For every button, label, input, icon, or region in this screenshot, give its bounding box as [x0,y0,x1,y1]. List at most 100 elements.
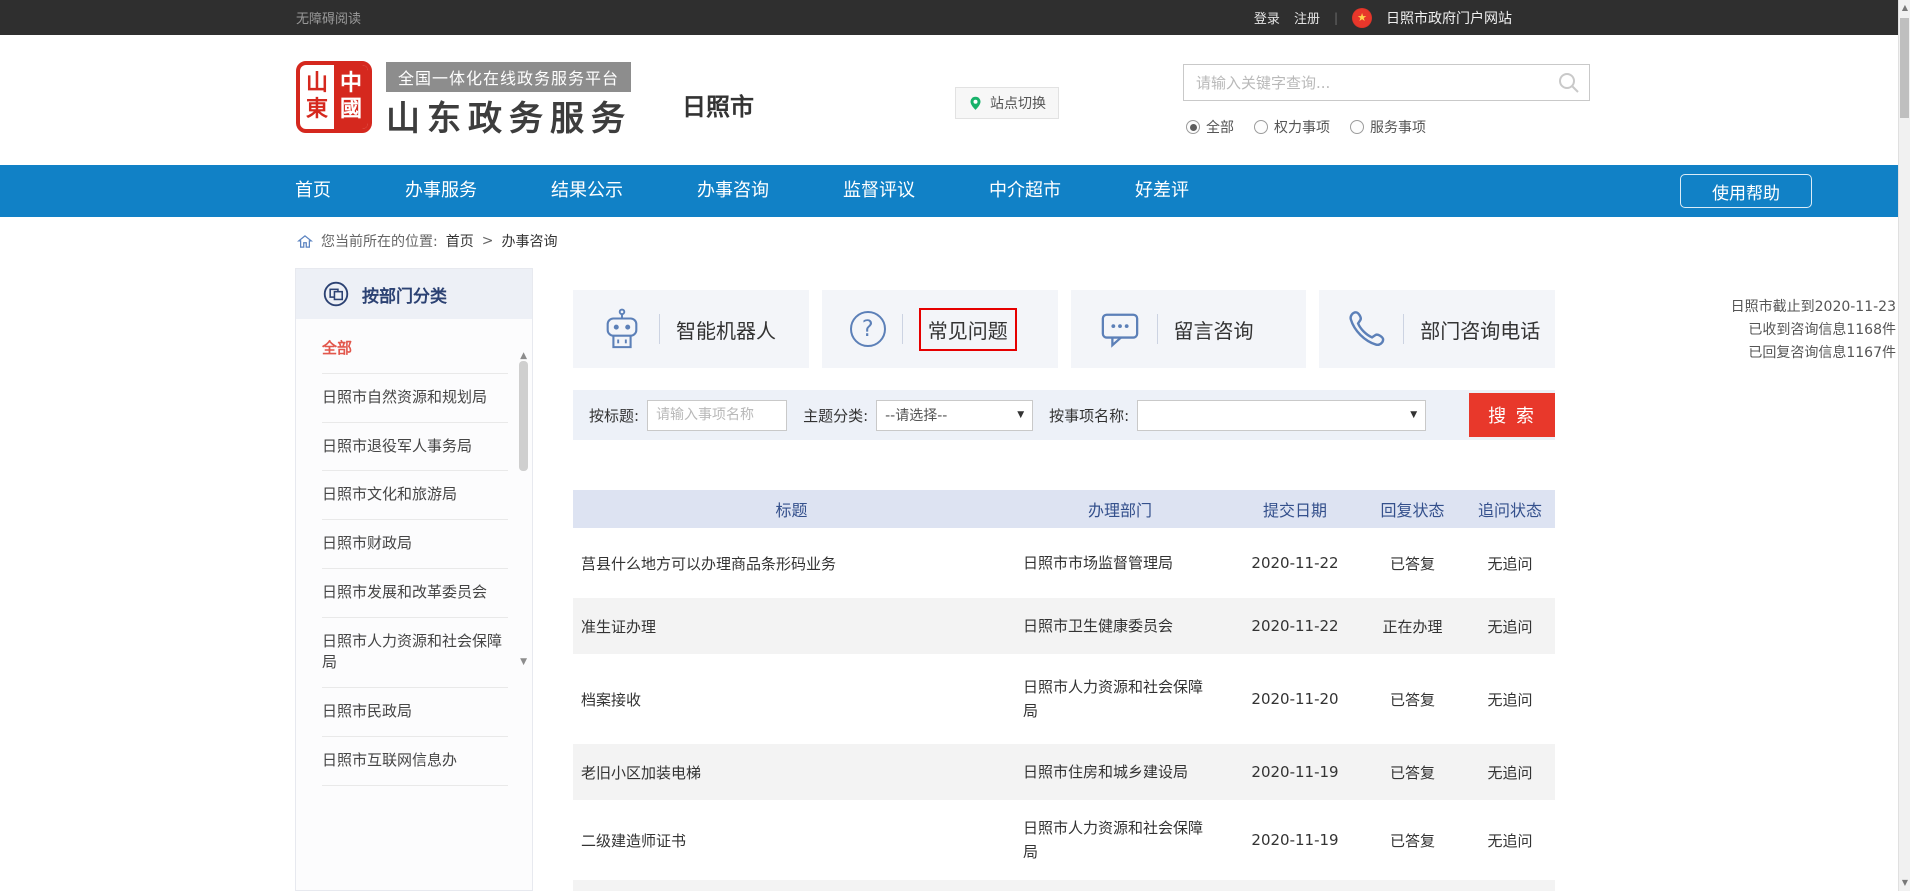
dept-item[interactable]: 日照市民政局 [322,688,508,737]
sidebar-scroll-up-icon[interactable]: ▲ [520,351,527,361]
radio-icon[interactable] [1186,120,1200,134]
tab-divider [902,314,903,344]
login-link[interactable]: 登录 [1254,8,1280,27]
tab-leave-message[interactable]: 留言咨询 [1071,290,1307,368]
tab-department-hotline[interactable]: 部门咨询电话 [1319,290,1555,368]
tab-label-highlighted: 常见问题 [919,308,1017,351]
scope-all[interactable]: 全部 [1186,117,1234,137]
scope-power-items[interactable]: 权力事项 [1254,117,1330,137]
sidebar-title: 按部门分类 [362,282,447,307]
col-header-reply: 回复状态 [1360,497,1465,521]
dept-item[interactable]: 日照市自然资源和规划局 [322,374,508,423]
breadcrumb-home-link[interactable]: 首页 [446,231,474,251]
portal-link[interactable]: 日照市政府门户网站 [1386,8,1512,28]
tab-divider [659,314,660,344]
row-dept: 日照市人力资源和社会保障局 [1010,675,1230,723]
national-emblem-icon: ★ [1352,8,1372,28]
filter-category-label: 主题分类: [803,405,868,426]
nav-item-rating[interactable]: 好差评 [1098,165,1226,217]
scrollbar-up-arrow-icon[interactable]: ▲ [1899,1,1910,15]
item-name-select[interactable]: ▼ [1137,400,1426,431]
search-scope-radios: 全部 权力事项 服务事项 [1186,117,1426,137]
dept-item[interactable]: 日照市退役军人事务局 [322,423,508,472]
seal-char: 中 [340,71,362,97]
sidebar-scroll-down-icon[interactable]: ▼ [520,657,527,667]
tab-faq[interactable]: ? 常见问题 [822,290,1058,368]
tab-divider [1157,314,1158,344]
stats-replied: 已回复咨询信息1167件 [1696,342,1896,365]
row-date: 2020-11-22 [1230,554,1360,572]
stats-deadline: 日照市截止到2020-11-23 [1696,296,1896,319]
page-scrollbar[interactable]: ▲ ▼ [1898,0,1910,891]
search-icon[interactable] [1557,71,1581,95]
message-icon [1099,309,1141,349]
scope-label: 权力事项 [1274,117,1330,137]
tab-label: 部门咨询电话 [1420,315,1540,344]
filter-title-input[interactable] [647,400,787,431]
nav-item-consult[interactable]: 办事咨询 [660,165,806,217]
col-header-dept: 办理部门 [1010,497,1230,521]
table-row: 二级建造师证书 日照市人力资源和社会保障局 2020-11-19 已答复 无追问 [573,800,1555,880]
nav-item-services[interactable]: 办事服务 [368,165,514,217]
site-brand-title: 山东政务服务 [386,91,632,140]
keyword-search-input[interactable] [1184,74,1557,92]
row-date: 2020-11-22 [1230,617,1360,635]
radio-icon[interactable] [1254,120,1268,134]
dept-item-all[interactable]: 全部 [322,325,508,374]
platform-tagline: 全国一体化在线政务服务平台 [386,62,631,92]
consult-channel-tabs: 智能机器人 ? 常见问题 留言咨询 部门咨询电话 [573,290,1555,368]
dept-item[interactable]: 日照市文化和旅游局 [322,471,508,520]
sidebar-scrollbar-thumb[interactable] [519,361,528,471]
chevron-down-icon: ▼ [1017,410,1024,420]
department-sidebar: 按部门分类 全部 日照市自然资源和规划局 日照市退役军人事务局 日照市文化和旅游… [295,268,533,891]
row-title-link[interactable]: 老旧小区加装电梯 [573,762,1010,783]
nav-item-home[interactable]: 首页 [258,165,368,217]
home-icon [297,234,313,249]
nav-item-results[interactable]: 结果公示 [514,165,660,217]
row-dept: 日照市人力资源和社会保障局 [1010,816,1230,864]
scrollbar-thumb[interactable] [1900,18,1909,118]
row-dept: 日照市卫生健康委员会 [1010,614,1230,638]
sidebar-header: 按部门分类 [296,269,532,319]
nav-item-supervision[interactable]: 监督评议 [806,165,952,217]
col-header-followup: 追问状态 [1465,497,1555,521]
tab-label: 留言咨询 [1174,315,1254,344]
table-row: 档案接收 日照市人力资源和社会保障局 2020-11-20 已答复 无追问 [573,654,1555,744]
row-dept: 日照市市场监督管理局 [1010,551,1230,575]
filter-name-label: 按事项名称: [1049,405,1129,426]
row-reply-status: 正在办理 [1360,616,1465,637]
nav-item-intermediary[interactable]: 中介超市 [952,165,1098,217]
search-button[interactable]: 搜 索 [1469,393,1555,437]
col-header-title: 标题 [573,497,1010,521]
site-switch-button[interactable]: 站点切换 [955,87,1059,119]
register-link[interactable]: 注册 [1294,8,1320,27]
row-title-link[interactable]: 莒县什么地方可以办理商品条形码业务 [573,553,1010,574]
tab-smart-robot[interactable]: 智能机器人 [573,290,809,368]
row-followup-status: 无追问 [1465,553,1555,574]
row-reply-status: 已答复 [1360,553,1465,574]
row-date: 2020-11-19 [1230,763,1360,781]
dept-item[interactable]: 日照市发展和改革委员会 [322,569,508,618]
scope-service-items[interactable]: 服务事项 [1350,117,1426,137]
tab-label: 智能机器人 [676,315,776,344]
filter-title-label: 按标题: [589,405,639,426]
accessibility-link[interactable]: 无障碍阅读 [296,8,361,27]
row-title-link[interactable]: 二级建造师证书 [573,830,1010,851]
consult-statistics: 日照市截止到2020-11-23 已收到咨询信息1168件 已回复咨询信息116… [1696,296,1896,365]
row-title-link[interactable]: 档案接收 [573,689,1010,710]
dept-item[interactable]: 日照市人力资源和社会保障局 [322,618,508,689]
radio-icon[interactable] [1350,120,1364,134]
dept-item[interactable]: 日照市财政局 [322,520,508,569]
table-row: 准生证办理 日照市卫生健康委员会 2020-11-22 正在办理 无追问 [573,598,1555,654]
category-select[interactable]: --请选择-- ▼ [876,400,1033,431]
row-reply-status: 已答复 [1360,830,1465,851]
scrollbar-down-arrow-icon[interactable]: ▼ [1899,876,1910,890]
topbar-divider: | [1334,11,1338,25]
row-date: 2020-11-20 [1230,690,1360,708]
consult-table: 标题 办理部门 提交日期 回复状态 追问状态 莒县什么地方可以办理商品条形码业务… [573,490,1555,891]
dept-item[interactable]: 日照市互联网信息办 [322,737,508,786]
row-title-link[interactable]: 准生证办理 [573,616,1010,637]
tab-divider [1403,314,1404,344]
help-button[interactable]: 使用帮助 [1680,174,1812,208]
row-dept: 日照市住房和城乡建设局 [1010,760,1230,784]
